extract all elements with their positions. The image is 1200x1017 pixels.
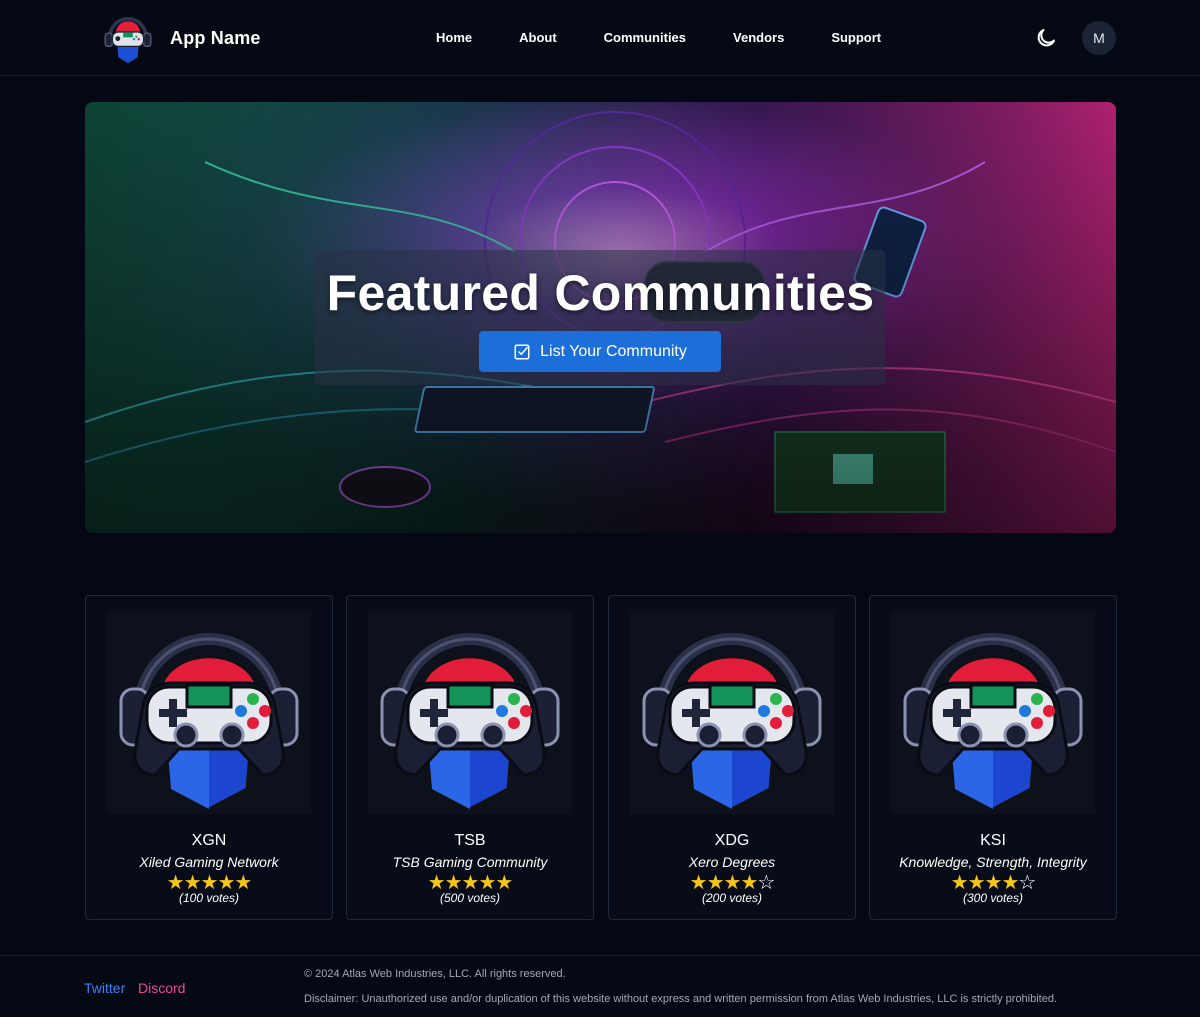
community-logo-image — [107, 611, 311, 814]
nav-home[interactable]: Home — [436, 30, 472, 45]
copyright-text: © 2024 Atlas Web Industries, LLC. All ri… — [304, 968, 566, 980]
gamepad-logo-icon — [903, 633, 1083, 811]
community-abbr: TSB — [454, 832, 486, 849]
moon-icon[interactable] — [1034, 26, 1058, 50]
community-name: Xero Degrees — [688, 854, 776, 870]
star-rating: ★★★★★ — [86, 871, 332, 893]
community-logo-image — [891, 611, 1095, 814]
main-nav: Home About Communities Vendors Support — [436, 30, 928, 45]
community-name: Xiled Gaming Network — [139, 854, 279, 870]
community-card-xgn[interactable]: XGN Xiled Gaming Network ★★★★★ (100 vote… — [85, 595, 333, 920]
star-rating: ★★★★☆ — [870, 871, 1116, 893]
community-card-tsb[interactable]: TSB TSB Gaming Community ★★★★★ (500 vote… — [346, 595, 594, 920]
nav-about[interactable]: About — [519, 30, 557, 45]
star-rating: ★★★★☆ — [609, 871, 855, 893]
user-avatar[interactable]: M — [1082, 21, 1116, 55]
twitter-link[interactable]: Twitter — [84, 980, 125, 996]
community-card-xdg[interactable]: XDG Xero Degrees ★★★★☆ (200 votes) — [608, 595, 856, 920]
community-name: Knowledge, Strength, Integrity — [899, 854, 1087, 870]
app-name: App Name — [170, 27, 261, 48]
footer: Twitter Discord © 2024 Atlas Web Industr… — [0, 955, 1200, 1017]
community-name: TSB Gaming Community — [392, 854, 548, 870]
nav-vendors[interactable]: Vendors — [733, 30, 784, 45]
star-rating: ★★★★★ — [347, 871, 593, 893]
community-abbr: XDG — [714, 832, 750, 849]
vote-count: (100 votes) — [178, 891, 240, 905]
nav-support[interactable]: Support — [831, 30, 881, 45]
community-abbr: KSI — [980, 832, 1006, 849]
nav-communities[interactable]: Communities — [604, 30, 686, 45]
hero-banner: Featured Communities List Your Community — [85, 102, 1116, 533]
vote-count: (500 votes) — [439, 891, 501, 905]
gamepad-logo-icon — [119, 633, 299, 811]
gamepad-logo-icon — [380, 633, 560, 811]
vote-count: (300 votes) — [962, 891, 1024, 905]
discord-link[interactable]: Discord — [138, 980, 185, 996]
disclaimer-text: Disclaimer: Unauthorized use and/or dupl… — [304, 993, 1058, 1005]
list-your-community-label: List Your Community — [540, 342, 687, 360]
gamepad-logo-icon — [642, 633, 822, 811]
checkbox-icon — [514, 344, 530, 359]
list-your-community-button[interactable]: List Your Community — [479, 331, 721, 372]
hero-title: Featured Communities — [326, 265, 875, 321]
top-navbar: App Name Home About Communities Vendors … — [0, 0, 1200, 76]
brand[interactable]: App Name — [98, 8, 261, 68]
community-abbr: XGN — [191, 832, 227, 849]
gamepad-logo-icon — [104, 17, 152, 64]
community-logo-image — [630, 611, 834, 814]
vote-count: (200 votes) — [701, 891, 763, 905]
community-logo-image — [368, 611, 572, 814]
community-card-ksi[interactable]: KSI Knowledge, Strength, Integrity ★★★★☆… — [869, 595, 1117, 920]
